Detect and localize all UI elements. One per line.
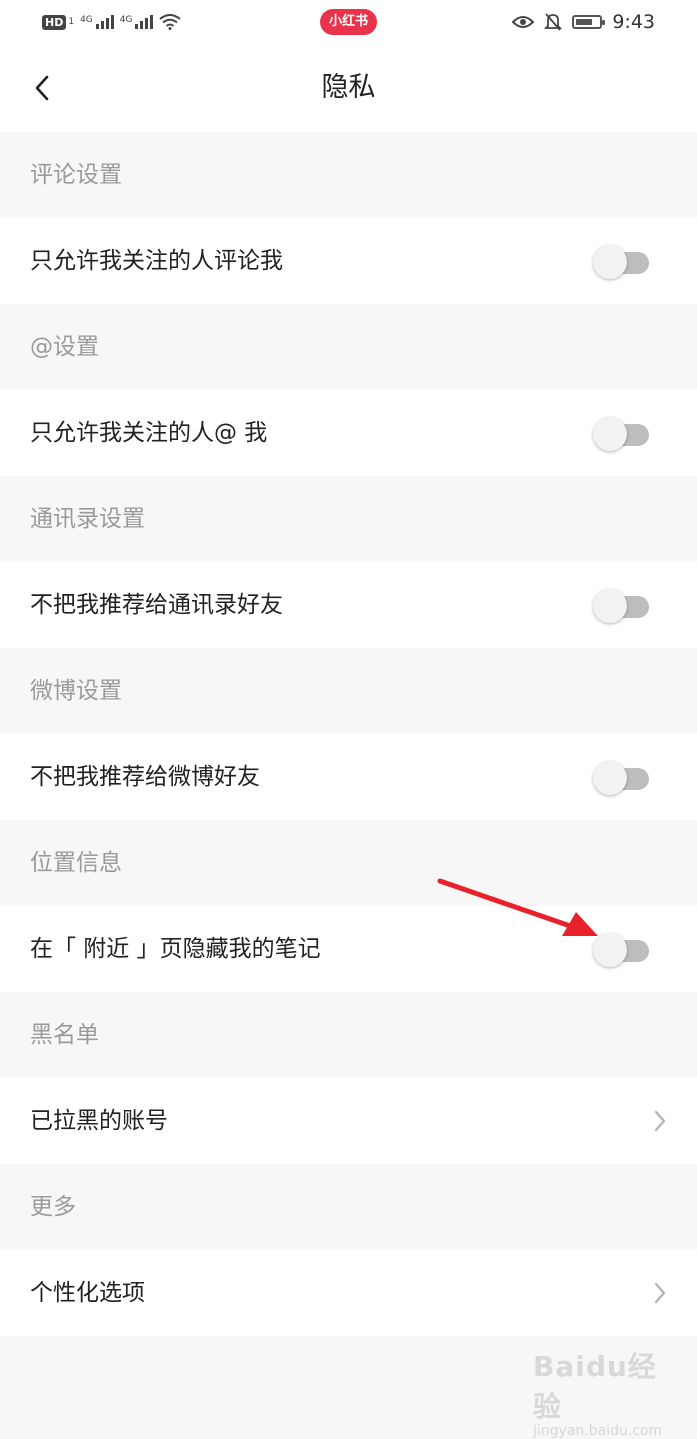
status-time: 9:43	[612, 11, 655, 33]
setting-label: 个性化选项	[30, 1280, 145, 1306]
back-button[interactable]	[22, 68, 62, 108]
setting-label: 不把我推荐给微博好友	[30, 764, 260, 790]
toggle-contacts[interactable]	[593, 589, 649, 623]
status-right: 9:43	[512, 10, 655, 34]
setting-label: 已拉黑的账号	[30, 1108, 168, 1134]
signal-icon-2: 4G	[120, 15, 154, 29]
chevron-left-icon	[35, 75, 49, 101]
setting-label: 只允许我关注的人@ 我	[30, 420, 268, 446]
nav-bar: 隐私	[0, 44, 697, 132]
network-type-label: 4G	[80, 15, 93, 25]
setting-label: 在「 附近 」页隐藏我的笔记	[30, 936, 321, 962]
page-title: 隐私	[321, 72, 376, 103]
section-header-weibo: 微博设置	[0, 648, 697, 734]
chevron-right-icon	[654, 1110, 666, 1132]
section-header-more: 更多	[0, 1164, 697, 1250]
signal-icon: 4G	[80, 15, 114, 29]
wifi-icon	[159, 14, 182, 30]
setting-label: 不把我推荐给通讯录好友	[30, 592, 283, 618]
toggle-mention[interactable]	[593, 417, 649, 451]
status-left: HD 1 4G 4G	[42, 10, 182, 34]
toggle-location[interactable]	[593, 933, 649, 967]
section-header-location: 位置信息	[0, 820, 697, 906]
app-brand-badge: 小红书	[320, 9, 377, 35]
status-bar: HD 1 4G 4G 小红书 9:43	[0, 0, 697, 44]
toggle-comments[interactable]	[593, 245, 649, 279]
section-header-comments: 评论设置	[0, 132, 697, 218]
watermark-logo: Baidu经验	[533, 1350, 657, 1423]
setting-row-blacklist[interactable]: 已拉黑的账号	[0, 1078, 697, 1164]
setting-row-personalization[interactable]: 个性化选项	[0, 1250, 697, 1336]
setting-label: 只允许我关注的人评论我	[30, 248, 283, 274]
hd-sub-label: 1	[68, 17, 75, 27]
setting-row-location[interactable]: 在「 附近 」页隐藏我的笔记	[0, 906, 697, 992]
watermark-url: jingyan.baidu.com	[533, 1423, 663, 1439]
battery-icon	[572, 15, 606, 29]
setting-row-contacts[interactable]: 不把我推荐给通讯录好友	[0, 562, 697, 648]
section-header-blacklist: 黑名单	[0, 992, 697, 1078]
baidu-watermark: Baidu经验 jingyan.baidu.com	[533, 1345, 683, 1439]
section-header-contacts: 通讯录设置	[0, 476, 697, 562]
chevron-right-icon	[654, 1282, 666, 1304]
network-type-label-2: 4G	[119, 15, 133, 25]
setting-row-comments[interactable]: 只允许我关注的人评论我	[0, 218, 697, 304]
eye-icon	[512, 16, 535, 28]
setting-row-weibo[interactable]: 不把我推荐给微博好友	[0, 734, 697, 820]
toggle-weibo[interactable]	[593, 761, 649, 795]
section-header-mention: @设置	[0, 304, 697, 390]
bell-muted-icon	[544, 13, 563, 31]
hd-badge: HD	[42, 14, 67, 30]
setting-row-mention[interactable]: 只允许我关注的人@ 我	[0, 390, 697, 476]
